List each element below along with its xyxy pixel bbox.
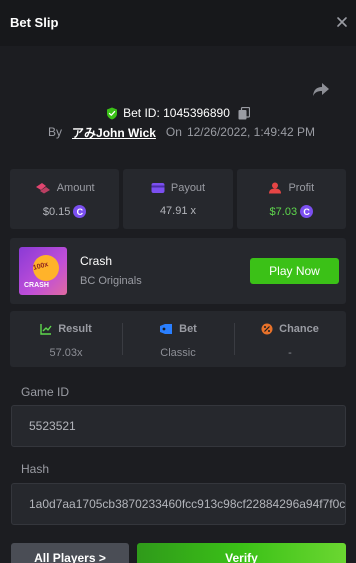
detail-bet: Bet Classic	[122, 311, 234, 367]
bet-id: Bet ID: 1045396890	[123, 106, 230, 120]
bet-tag-icon	[160, 324, 173, 334]
bet-author-row: By アみJohn Wick On 12/26/2022, 1:49:42 PM	[48, 124, 316, 141]
stat-payout: Payout 47.91 x	[123, 169, 233, 229]
detail-chance-label: Chance	[279, 323, 319, 335]
copy-icon[interactable]	[238, 106, 250, 120]
header: Bet Slip	[0, 0, 356, 46]
detail-chance-value: -	[288, 347, 292, 359]
payout-icon	[151, 183, 165, 193]
stat-profit-label: Profit	[288, 182, 315, 194]
hash-value: 1a0d7aa1705cb3870233460fcc913c98cf228842…	[29, 497, 346, 511]
detail-result: Result 57.03x	[10, 311, 122, 367]
detail-bet-label: Bet	[179, 323, 197, 335]
hash-field[interactable]: 1a0d7aa1705cb3870233460fcc913c98cf228842…	[11, 483, 346, 525]
stat-amount: Amount $0.15 C	[10, 169, 120, 229]
amount-icon	[35, 183, 50, 194]
all-players-button[interactable]: All Players >	[11, 543, 129, 563]
game-provider: BC Originals	[80, 275, 142, 287]
page-title: Bet Slip	[10, 15, 59, 30]
stat-profit: Profit $7.03 C	[236, 169, 346, 229]
verify-button[interactable]: Verify	[137, 543, 346, 563]
stat-amount-value: $0.15	[42, 205, 71, 218]
stat-profit-value: $7.03	[269, 205, 298, 218]
detail-chance: Chance -	[234, 311, 346, 367]
thumbnail-title: CRASH	[24, 282, 49, 289]
bet-date: 12/26/2022, 1:49:42 PM	[186, 125, 316, 139]
game-thumbnail[interactable]: 100x CRASH	[19, 247, 67, 295]
percent-icon	[261, 323, 273, 335]
shield-check-icon	[107, 107, 118, 119]
username-link[interactable]: アみJohn Wick	[72, 124, 156, 141]
detail-result-value: 57.03x	[49, 347, 83, 359]
bet-stats: Amount $0.15 C Payout 47.91 x Profit $7.…	[10, 169, 346, 229]
stat-payout-value: 47.91 x	[159, 205, 197, 217]
currency-coin-icon: C	[73, 205, 87, 218]
by-label: By	[48, 125, 63, 139]
game-id-field[interactable]: 5523521	[11, 405, 346, 447]
play-now-button[interactable]: Play Now	[250, 258, 339, 284]
game-id-value: 5523521	[29, 419, 76, 433]
stat-payout-label: Payout	[170, 182, 206, 194]
bet-id-row: Bet ID: 1045396890	[0, 105, 356, 121]
game-id-label: Game ID	[21, 385, 70, 399]
game-name: Crash	[80, 254, 113, 268]
close-icon[interactable]	[335, 15, 349, 29]
result-icon	[40, 324, 52, 335]
hash-label: Hash	[21, 462, 50, 476]
currency-coin-icon: C	[300, 205, 314, 218]
bet-details: Result 57.03x Bet Classic Chance -	[10, 311, 346, 367]
on-label: On	[165, 125, 182, 139]
share-icon[interactable]	[312, 80, 330, 98]
detail-bet-value: Classic	[160, 347, 196, 359]
detail-result-label: Result	[58, 323, 92, 335]
stat-amount-label: Amount	[56, 182, 95, 194]
profit-icon	[269, 182, 282, 194]
game-card: 100x CRASH Crash BC Originals Play Now	[10, 238, 346, 304]
